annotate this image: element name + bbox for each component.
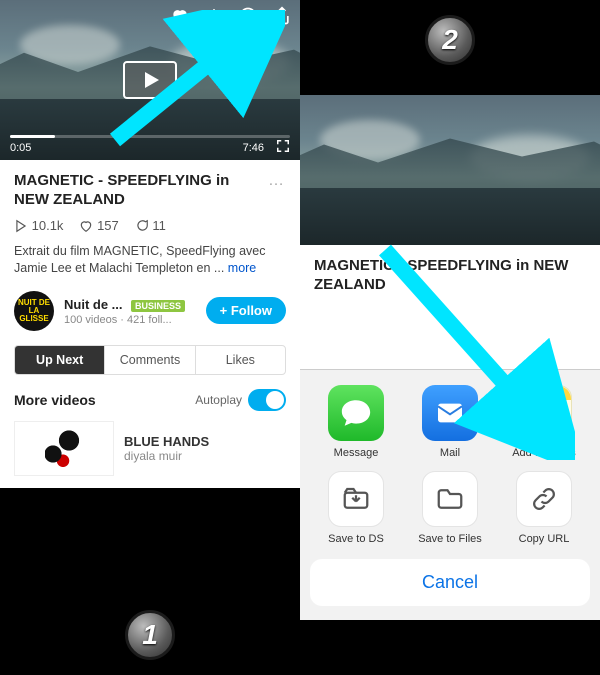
share-message[interactable]: Message bbox=[316, 385, 396, 459]
watch-later-icon[interactable] bbox=[238, 6, 258, 26]
more-link[interactable]: more bbox=[228, 261, 256, 275]
follow-button[interactable]: + Follow bbox=[206, 297, 286, 324]
share-notes[interactable]: Add to Notes bbox=[504, 385, 584, 459]
share-save-files[interactable]: Save to Files bbox=[410, 471, 490, 545]
more-videos-label: More videos bbox=[14, 392, 96, 408]
download-icon[interactable] bbox=[204, 6, 224, 26]
video-player[interactable]: 0:05 7:46 bbox=[0, 0, 300, 160]
channel-row: NUIT DE LA GLISSE Nuit de ... BUSINESS 1… bbox=[14, 291, 286, 331]
share-save-ds[interactable]: Save to DS bbox=[316, 471, 396, 545]
tab-segment: Up Next Comments Likes bbox=[14, 345, 286, 375]
fullscreen-icon[interactable] bbox=[276, 139, 290, 156]
time-current: 0:05 bbox=[10, 142, 31, 154]
share-sheet: Message Mail Add to Notes Save to DS bbox=[300, 369, 600, 620]
more-icon[interactable]: … bbox=[268, 172, 286, 190]
tab-comments[interactable]: Comments bbox=[105, 346, 195, 374]
step-1-badge: 1 bbox=[125, 610, 175, 660]
autoplay-toggle[interactable] bbox=[248, 389, 286, 411]
comments-stat[interactable]: 11 bbox=[135, 218, 166, 234]
play-button[interactable] bbox=[123, 61, 177, 99]
channel-name[interactable]: Nuit de ... bbox=[64, 297, 123, 312]
save-ds-icon bbox=[328, 471, 384, 527]
likes-stat[interactable]: 157 bbox=[79, 218, 118, 234]
next-video-thumb bbox=[14, 421, 114, 476]
share-icon[interactable] bbox=[272, 6, 292, 26]
cancel-button[interactable]: Cancel bbox=[310, 559, 590, 606]
autoplay-label: Autoplay bbox=[195, 393, 242, 407]
video-title-bg: MAGNETIC - SPEEDFLYING in NEW ZEALAND bbox=[314, 257, 586, 295]
step-2-badge: 2 bbox=[425, 15, 475, 65]
phone-screenshot-2: MAGNETIC - SPEEDFLYING in NEW ZEALAND Me… bbox=[300, 0, 600, 620]
mail-icon bbox=[422, 385, 478, 441]
share-mail[interactable]: Mail bbox=[410, 385, 490, 459]
tab-likes[interactable]: Likes bbox=[196, 346, 285, 374]
channel-badge: BUSINESS bbox=[131, 300, 185, 312]
channel-subtext: 100 videos · 421 foll... bbox=[64, 314, 185, 326]
video-stats: 10.1k 157 11 bbox=[14, 218, 286, 234]
message-icon bbox=[328, 385, 384, 441]
notes-icon bbox=[516, 385, 572, 441]
video-player-bg bbox=[300, 95, 600, 245]
channel-avatar[interactable]: NUIT DE LA GLISSE bbox=[14, 291, 54, 331]
plays-stat: 10.1k bbox=[14, 218, 63, 234]
video-card: … MAGNETIC - SPEEDFLYING in NEW ZEALAND … bbox=[0, 160, 300, 488]
next-video-title: BLUE HANDS bbox=[124, 434, 209, 449]
video-description: Extrait du film MAGNETIC, SpeedFlying av… bbox=[14, 243, 286, 277]
next-video-author: diyala muir bbox=[124, 449, 209, 463]
like-icon[interactable] bbox=[170, 6, 190, 26]
share-copy-url[interactable]: Copy URL bbox=[504, 471, 584, 545]
video-title: MAGNETIC - SPEEDFLYING in NEW ZEALAND bbox=[14, 172, 286, 210]
tab-upnext[interactable]: Up Next bbox=[15, 346, 105, 374]
copy-url-icon bbox=[516, 471, 572, 527]
time-total: 7:46 bbox=[243, 142, 264, 154]
phone-screenshot-1: 0:05 7:46 … MAGNETIC - SPEEDFLYING in NE… bbox=[0, 0, 300, 620]
video-progress[interactable] bbox=[10, 135, 290, 138]
save-files-icon bbox=[422, 471, 478, 527]
next-video-item[interactable]: BLUE HANDS diyala muir bbox=[14, 421, 286, 476]
